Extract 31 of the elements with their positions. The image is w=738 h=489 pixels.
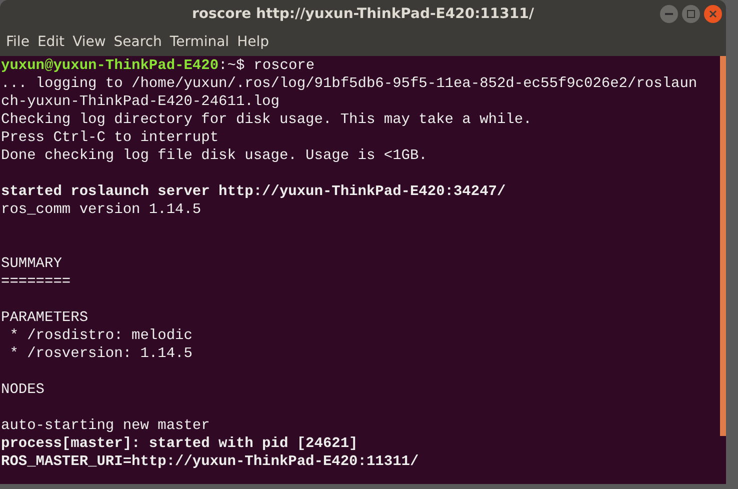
output-line: PARAMETERS bbox=[1, 310, 88, 326]
output-line: NODES bbox=[1, 382, 45, 398]
close-button[interactable] bbox=[704, 5, 722, 23]
output-line: ROS_MASTER_URI=http://yuxun-ThinkPad-E420:11311/ bbox=[1, 454, 419, 470]
output-line: Checking log directory for disk usage. This may take a while. bbox=[1, 112, 532, 128]
output-line: * /rosversion: 1.14.5 bbox=[8, 346, 192, 362]
menu-item[interactable]: File bbox=[2, 32, 34, 52]
menu-item[interactable]: Terminal bbox=[166, 32, 234, 52]
output-line: ros_comm version 1.14.5 bbox=[1, 202, 202, 218]
menu-item[interactable]: Search bbox=[110, 32, 166, 52]
close-icon bbox=[709, 10, 717, 18]
output-line: ======== bbox=[1, 274, 71, 290]
output-line: started roslaunch server http://yuxun-ThinkPad-E420:34247/ bbox=[1, 184, 506, 200]
minimize-button[interactable] bbox=[660, 5, 678, 23]
command-text: roscore bbox=[254, 58, 315, 74]
output-line: Press Ctrl-C to interrupt bbox=[1, 130, 219, 146]
menu-item[interactable]: Help bbox=[233, 32, 273, 52]
window-title: roscore http://yuxun-ThinkPad-E420:11311/ bbox=[192, 4, 534, 24]
output-line: ch-yuxun-ThinkPad-E420-24611.log bbox=[1, 94, 280, 110]
output-line: ... logging to /home/yuxun/.ros/log/91bf5db6-95f5-11ea-852d-ec55f9c026e2/roslaun bbox=[1, 76, 698, 92]
menu-item[interactable]: Edit bbox=[33, 32, 69, 52]
output-line: SUMMARY bbox=[1, 256, 62, 272]
scrollbar[interactable] bbox=[720, 56, 726, 484]
output-line: auto-starting new master bbox=[1, 418, 210, 434]
menu-item[interactable]: View bbox=[68, 32, 110, 52]
output-line: Done checking log file disk usage. Usage is <1GB. bbox=[1, 148, 428, 164]
prompt-path: :~$ bbox=[218, 58, 245, 74]
output-line: process[master]: started with pid [24621] bbox=[1, 436, 358, 452]
maximize-button[interactable] bbox=[682, 5, 700, 23]
output-line: * /rosdistro: melodic bbox=[8, 328, 192, 344]
prompt-user-host: yuxun@yuxun-ThinkPad-E420 bbox=[1, 58, 219, 74]
